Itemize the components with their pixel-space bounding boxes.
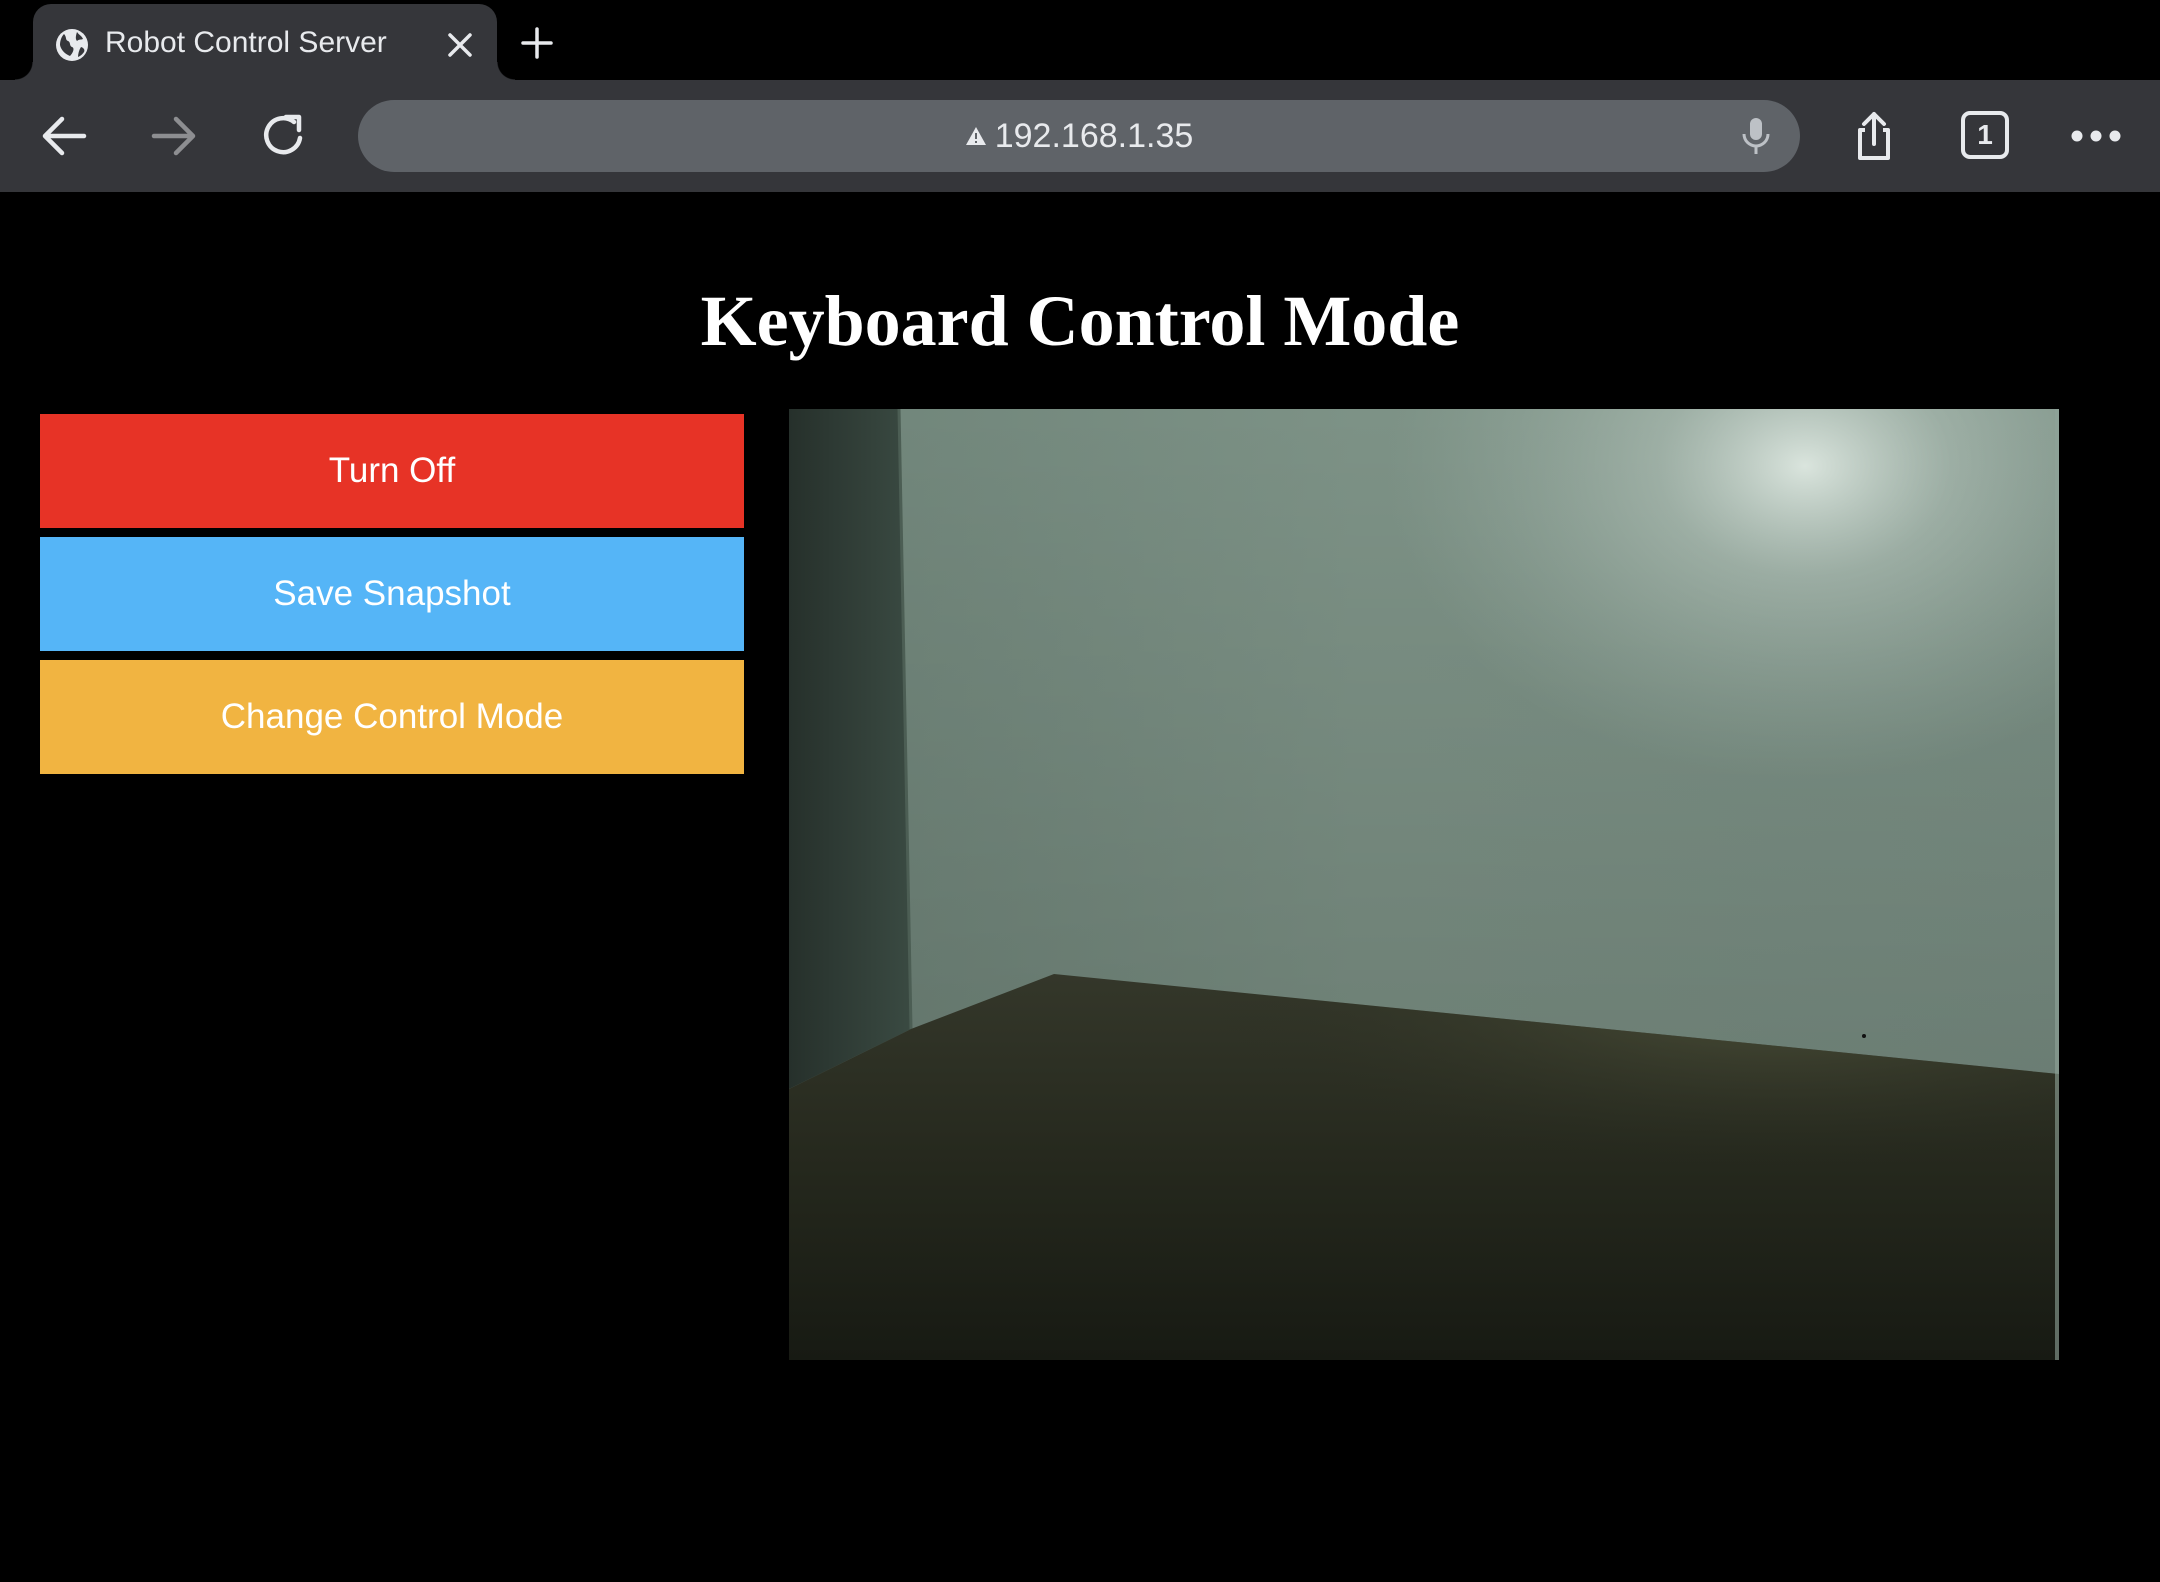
change-control-mode-button[interactable]: Change Control Mode bbox=[40, 660, 744, 774]
url-text: 192.168.1.35 bbox=[994, 116, 1194, 155]
tab-title: Robot Control Server bbox=[105, 26, 387, 59]
reload-icon[interactable] bbox=[256, 108, 312, 164]
browser-tab[interactable]: Robot Control Server bbox=[15, 4, 515, 80]
forward-arrow-icon[interactable] bbox=[146, 108, 202, 164]
back-arrow-icon[interactable] bbox=[36, 108, 92, 164]
microphone-icon[interactable] bbox=[1738, 116, 1774, 156]
globe-icon bbox=[56, 29, 88, 61]
tab-switcher-button[interactable]: 1 bbox=[1958, 108, 2014, 164]
browser-toolbar: 192.168.1.35 1 bbox=[0, 80, 2160, 192]
warning-triangle-icon bbox=[965, 127, 986, 145]
page-title: Keyboard Control Mode bbox=[700, 281, 1460, 361]
tab-strip: Robot Control Server bbox=[0, 0, 2160, 80]
address-bar[interactable]: 192.168.1.35 bbox=[358, 100, 1800, 172]
plus-icon[interactable] bbox=[520, 26, 554, 60]
camera-feed bbox=[789, 409, 2059, 1360]
tab-count: 1 bbox=[1977, 119, 1993, 150]
save-snapshot-button[interactable]: Save Snapshot bbox=[40, 537, 744, 651]
share-icon[interactable] bbox=[1846, 108, 1902, 164]
close-icon[interactable] bbox=[445, 30, 475, 60]
camera-feed-image bbox=[789, 409, 2059, 1360]
more-horizontal-icon[interactable] bbox=[2068, 108, 2124, 164]
turn-off-button[interactable]: Turn Off bbox=[40, 414, 744, 528]
